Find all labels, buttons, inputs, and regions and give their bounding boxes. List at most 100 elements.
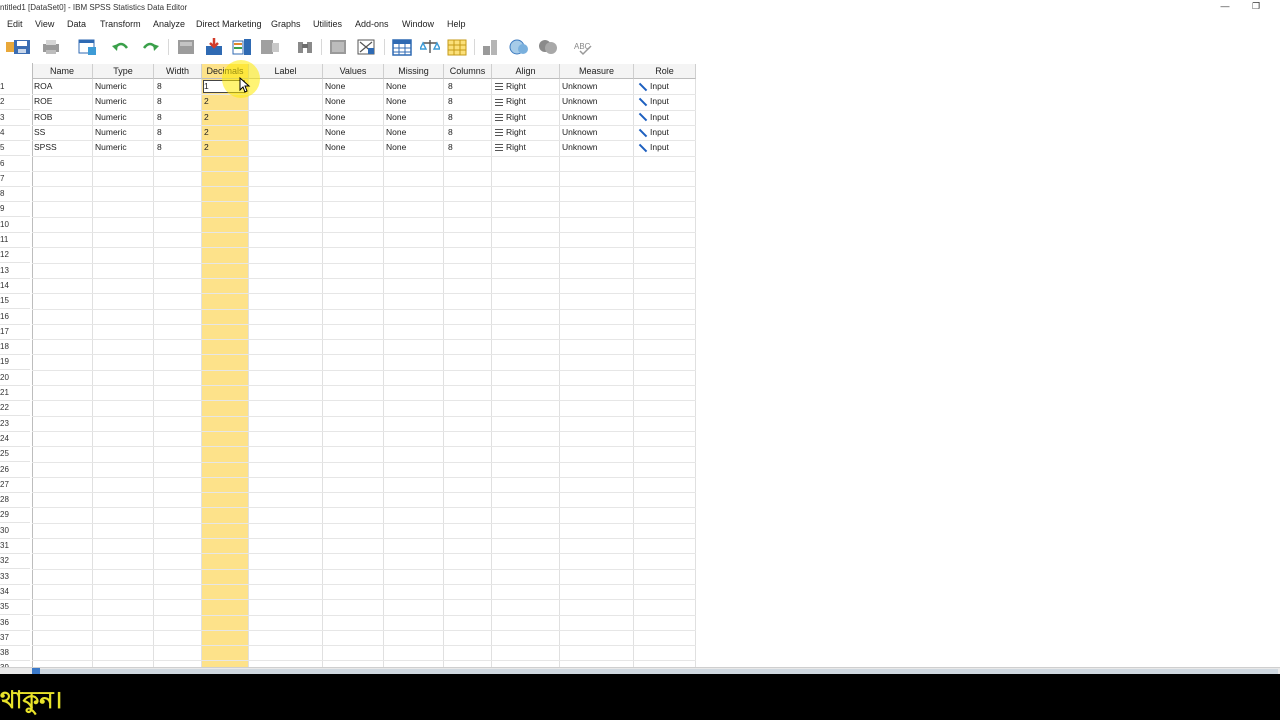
undo-icon[interactable] — [111, 38, 131, 56]
column-header-role[interactable]: Role — [634, 64, 696, 79]
menu-help[interactable]: Help — [447, 19, 466, 29]
cell-values[interactable]: None — [325, 79, 381, 94]
show-all-variables-icon[interactable] — [538, 38, 558, 56]
cell-role[interactable]: Input — [638, 110, 694, 125]
cell-columns[interactable]: 8 — [448, 110, 488, 125]
row-number[interactable]: 7 — [0, 171, 30, 187]
column-header-type[interactable]: Type — [93, 64, 154, 79]
cell-columns[interactable]: 8 — [448, 125, 488, 140]
row-number[interactable]: 3 — [0, 110, 30, 126]
column-header-values[interactable]: Values — [323, 64, 384, 79]
menu-utilities[interactable]: Utilities — [313, 19, 342, 29]
menu-data[interactable]: Data — [67, 19, 86, 29]
select-cases-icon[interactable] — [447, 38, 467, 56]
row-number[interactable]: 14 — [0, 278, 30, 294]
row-number[interactable]: 6 — [0, 156, 30, 172]
row-number[interactable]: 17 — [0, 324, 30, 340]
cell-type[interactable]: Numeric — [95, 125, 151, 140]
column-header-align[interactable]: Align — [492, 64, 560, 79]
cell-missing[interactable]: None — [386, 125, 441, 140]
row-number[interactable]: 32 — [0, 553, 30, 570]
cell-name[interactable]: ROA — [34, 79, 90, 94]
value-labels-icon[interactable] — [481, 38, 501, 56]
open-icon[interactable] — [0, 38, 14, 56]
row-number[interactable]: 19 — [0, 354, 30, 371]
goto-case-icon[interactable] — [176, 38, 196, 56]
cell-columns[interactable]: 8 — [448, 94, 488, 109]
row-number[interactable]: 31 — [0, 538, 30, 554]
use-sets-icon[interactable] — [509, 38, 529, 56]
cell-columns[interactable]: 8 — [448, 140, 488, 155]
cell-name[interactable]: ROB — [34, 110, 90, 125]
column-header-columns[interactable]: Columns — [444, 64, 492, 79]
row-number[interactable]: 5 — [0, 140, 30, 157]
split-file-icon[interactable] — [392, 38, 412, 56]
cell-columns[interactable]: 8 — [448, 79, 488, 94]
column-header-missing[interactable]: Missing — [384, 64, 444, 79]
cell-measure[interactable]: Unknown — [562, 94, 630, 109]
row-number[interactable]: 20 — [0, 370, 30, 386]
spell-check-icon[interactable]: ABC — [574, 38, 594, 56]
cell-measure[interactable]: Unknown — [562, 140, 630, 155]
cell-missing[interactable]: None — [386, 140, 441, 155]
row-number[interactable]: 13 — [0, 263, 30, 279]
cell-width[interactable]: 8 — [157, 125, 199, 140]
cell-align[interactable]: Right — [495, 79, 557, 94]
menu-window[interactable]: Window — [402, 19, 434, 29]
cell-decimals[interactable]: 2 — [204, 140, 244, 155]
row-number[interactable]: 2 — [0, 94, 30, 111]
print-icon[interactable] — [41, 38, 61, 56]
row-number[interactable]: 22 — [0, 400, 30, 417]
cell-decimals[interactable]: 2 — [204, 125, 244, 140]
run-descriptives-icon[interactable] — [260, 38, 280, 56]
cell-measure[interactable]: Unknown — [562, 125, 630, 140]
row-number[interactable]: 33 — [0, 569, 30, 585]
menu-transform[interactable]: Transform — [100, 19, 141, 29]
cell-decimals[interactable]: 2 — [204, 110, 244, 125]
row-number[interactable]: 10 — [0, 217, 30, 233]
row-number[interactable]: 12 — [0, 247, 30, 264]
variables-icon[interactable] — [232, 38, 252, 56]
cell-label[interactable] — [251, 140, 319, 155]
cell-values[interactable]: None — [325, 125, 381, 140]
row-number[interactable]: 35 — [0, 599, 30, 616]
find-icon[interactable] — [295, 38, 315, 56]
cell-type[interactable]: Numeric — [95, 140, 151, 155]
cell-width[interactable]: 8 — [157, 94, 199, 109]
menu-direct-marketing[interactable]: Direct Marketing — [196, 19, 262, 29]
row-number[interactable]: 8 — [0, 186, 30, 203]
cell-label[interactable] — [251, 79, 319, 94]
cell-width[interactable]: 8 — [157, 79, 199, 94]
minimize-button[interactable]: — — [1218, 1, 1232, 13]
row-number[interactable]: 29 — [0, 507, 30, 524]
cell-label[interactable] — [251, 110, 319, 125]
row-number[interactable]: 16 — [0, 309, 30, 325]
menu-edit[interactable]: Edit — [7, 19, 23, 29]
row-number[interactable]: 38 — [0, 645, 30, 662]
row-number[interactable]: 39 — [0, 660, 30, 667]
cell-role[interactable]: Input — [638, 125, 694, 140]
cell-align[interactable]: Right — [495, 125, 557, 140]
cell-role[interactable]: Input — [638, 140, 694, 155]
menu-analyze[interactable]: Analyze — [153, 19, 185, 29]
cell-type[interactable]: Numeric — [95, 110, 151, 125]
column-header-measure[interactable]: Measure — [560, 64, 634, 79]
column-header-name[interactable]: Name — [32, 64, 93, 79]
row-number[interactable]: 18 — [0, 339, 30, 356]
row-number[interactable]: 21 — [0, 385, 30, 401]
cell-values[interactable]: None — [325, 140, 381, 155]
cell-type[interactable]: Numeric — [95, 79, 151, 94]
save-icon[interactable] — [12, 38, 32, 56]
row-number[interactable]: 36 — [0, 615, 30, 631]
column-header-label[interactable]: Label — [249, 64, 323, 79]
cell-width[interactable]: 8 — [157, 110, 199, 125]
cell-align[interactable]: Right — [495, 94, 557, 109]
row-number[interactable]: 4 — [0, 125, 30, 141]
row-number[interactable]: 9 — [0, 201, 30, 218]
cell-values[interactable]: None — [325, 94, 381, 109]
row-number[interactable]: 34 — [0, 584, 30, 600]
insert-cases-icon[interactable] — [328, 38, 348, 56]
goto-variable-icon[interactable] — [204, 38, 224, 56]
cell-label[interactable] — [251, 94, 319, 109]
cell-missing[interactable]: None — [386, 79, 441, 94]
